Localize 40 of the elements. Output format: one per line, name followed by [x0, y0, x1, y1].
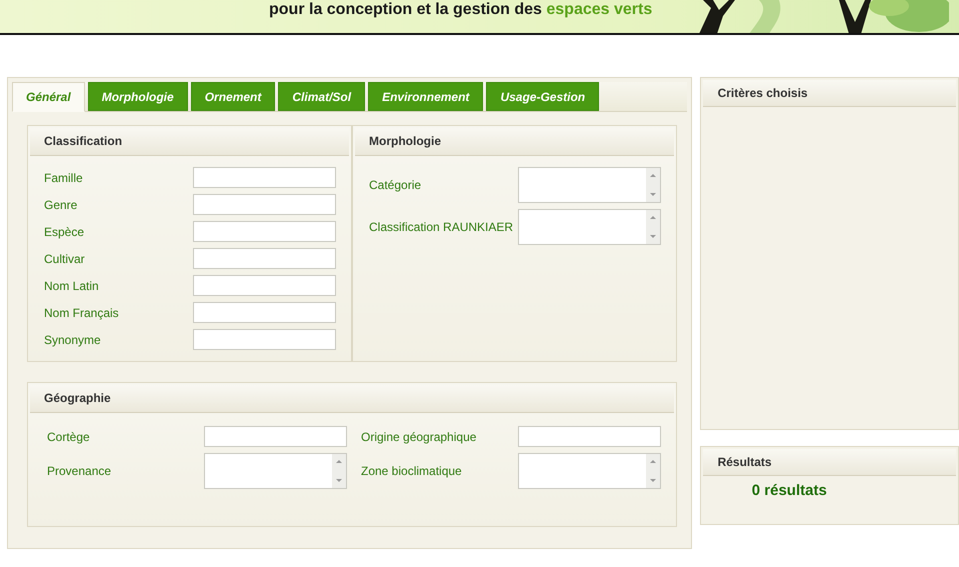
tab[interactable]: Morphologie: [88, 82, 188, 111]
field-label: Cultivar: [44, 252, 85, 266]
field-label: Origine géographique: [361, 430, 476, 444]
field-label: Cortège: [47, 430, 90, 444]
tagline: pour la conception et la gestion des espaces verts: [269, 0, 652, 20]
input-field[interactable]: [193, 221, 336, 242]
field-label: Espèce: [44, 224, 84, 238]
field-label: Nom Latin: [44, 278, 99, 292]
input-field[interactable]: [193, 302, 336, 323]
list-box[interactable]: [518, 167, 661, 203]
field-label: Zone bioclimatique: [361, 464, 462, 478]
tab[interactable]: Climat/Sol: [278, 82, 366, 111]
input-field[interactable]: [193, 167, 336, 188]
field-label: Provenance: [47, 464, 112, 478]
results-count: 0 résultats: [750, 482, 828, 499]
input-field[interactable]: [193, 275, 336, 296]
tab[interactable]: Environnement: [368, 82, 484, 111]
panel-title: Critères choisis: [702, 80, 956, 107]
panel-title: Résultats: [702, 449, 956, 476]
scrollbar[interactable]: [646, 168, 660, 202]
scrollbar[interactable]: [332, 454, 346, 488]
tab[interactable]: Usage-Gestion: [486, 82, 600, 111]
field-label: Synonyme: [44, 332, 101, 346]
tab[interactable]: Ornement: [190, 82, 276, 111]
input-field[interactable]: [204, 426, 347, 447]
field-label: Classification RAUNKIAER: [369, 220, 514, 234]
list-box[interactable]: [518, 453, 661, 489]
input-field[interactable]: [193, 248, 336, 269]
input-field[interactable]: [193, 329, 336, 350]
input-field[interactable]: [518, 426, 661, 447]
field-label: Famille: [44, 170, 83, 184]
list-box[interactable]: [204, 453, 347, 489]
field-label: Catégorie: [369, 178, 422, 192]
tab[interactable]: Général: [12, 82, 85, 112]
field-label: Nom Français: [44, 306, 119, 320]
scrollbar[interactable]: [646, 454, 660, 488]
list-box[interactable]: [518, 209, 661, 245]
field-label: Genre: [44, 198, 78, 212]
scrollbar[interactable]: [646, 210, 660, 244]
input-field[interactable]: [193, 194, 336, 215]
